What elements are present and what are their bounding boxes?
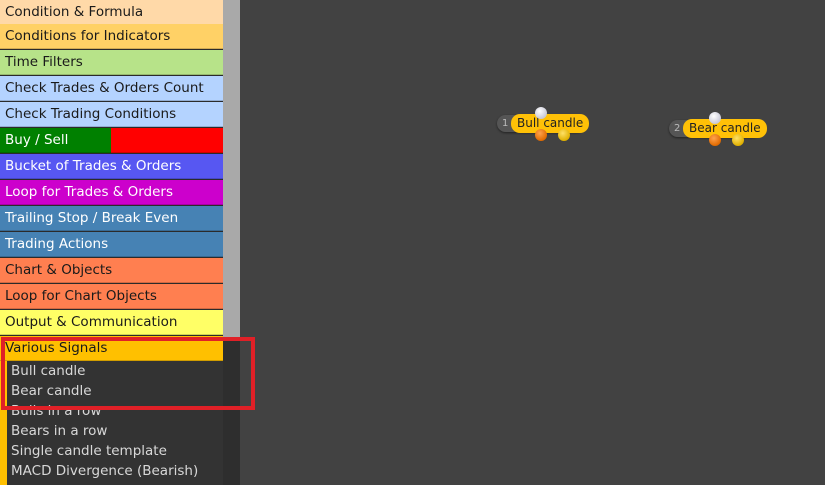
category-condition-formula[interactable]: Condition & Formula <box>0 0 223 25</box>
node-label: Bear candle <box>683 119 767 138</box>
sidebar-scrollbar-thumb[interactable] <box>223 0 240 340</box>
node-output-connector-orange[interactable] <box>709 134 721 146</box>
category-check-trades-orders-count[interactable]: Check Trades & Orders Count <box>0 76 223 101</box>
highlight-annotation-box <box>1 337 255 410</box>
node-number: 1 <box>502 118 509 129</box>
node-number: 2 <box>674 123 681 134</box>
block-item-single-candle-template[interactable]: Single candle template <box>11 441 167 461</box>
category-check-trading-conditions[interactable]: Check Trading Conditions <box>0 102 223 127</box>
category-output-communication[interactable]: Output & Communication <box>0 310 223 335</box>
block-item-macd-divergence-bearish[interactable]: MACD Divergence (Bearish) <box>11 461 198 481</box>
node-input-connector[interactable] <box>709 112 721 124</box>
block-item-bears-in-a-row[interactable]: Bears in a row <box>11 421 107 441</box>
canvas-node-bear-candle[interactable]: 2 Bear candle <box>669 112 767 150</box>
node-output-connector-yellow[interactable] <box>732 134 744 146</box>
node-output-connector-orange[interactable] <box>535 129 547 141</box>
category-trailing-stop-break-even[interactable]: Trailing Stop / Break Even <box>0 206 223 231</box>
category-conditions-for-indicators[interactable]: Conditions for Indicators <box>0 24 223 49</box>
node-label: Bull candle <box>511 114 590 133</box>
node-input-connector[interactable] <box>535 107 547 119</box>
category-loop-for-trades-orders[interactable]: Loop for Trades & Orders <box>0 180 223 205</box>
canvas-node-bull-candle[interactable]: 1 Bull candle <box>497 107 590 145</box>
block-palette-sidebar: Condition & Formula Conditions for Indic… <box>0 0 223 485</box>
sidebar-scrollbar[interactable] <box>223 0 240 485</box>
category-trading-actions[interactable]: Trading Actions <box>0 232 223 257</box>
category-time-filters[interactable]: Time Filters <box>0 50 223 75</box>
category-chart-objects[interactable]: Chart & Objects <box>0 258 223 283</box>
category-loop-for-chart-objects[interactable]: Loop for Chart Objects <box>0 284 223 309</box>
category-bucket-of-trades-orders[interactable]: Bucket of Trades & Orders <box>0 154 223 179</box>
category-buy-sell[interactable]: Buy / Sell <box>0 128 223 153</box>
node-output-connector-yellow[interactable] <box>558 129 570 141</box>
